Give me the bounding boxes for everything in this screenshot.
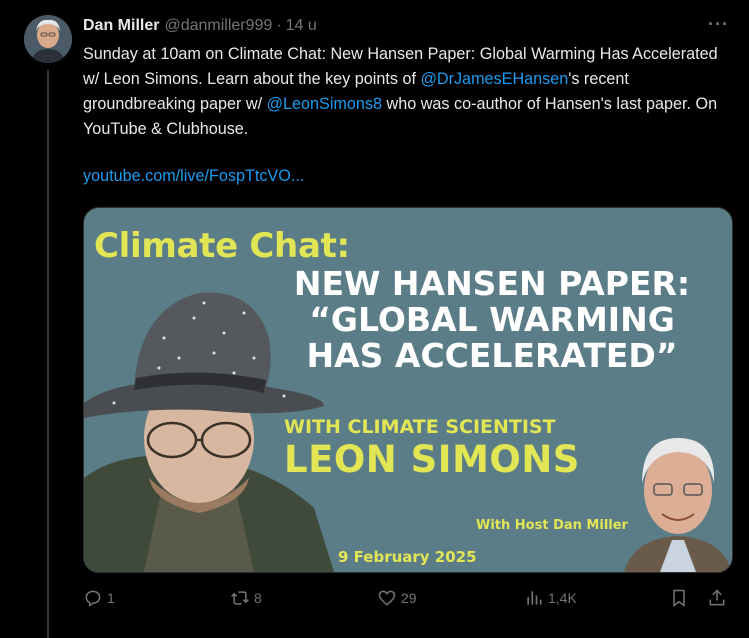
host-photo — [624, 438, 732, 572]
action-bar: 1 8 29 1,4K — [83, 588, 733, 614]
media-title: Climate Chat: — [94, 226, 350, 266]
timestamp[interactable]: 14 u — [286, 17, 317, 35]
share-icon — [709, 589, 725, 606]
tweet-header: Dan Miller @danmiller999 · 14 u — [83, 15, 733, 37]
reply-icon — [85, 590, 101, 607]
headline-line: “GLOBAL WARMING — [309, 300, 675, 339]
reply-button[interactable]: 1 — [83, 588, 115, 608]
separator-dot: · — [276, 17, 282, 34]
mention-link[interactable]: @LeonSimons8 — [267, 95, 382, 113]
like-button[interactable]: 29 — [377, 588, 417, 608]
media-headline: NEW HANSEN PAPER: “GLOBAL WARMING HAS AC… — [262, 266, 722, 374]
avatar[interactable] — [24, 15, 72, 63]
repost-count: 8 — [254, 590, 262, 606]
youtube-link[interactable]: youtube.com/live/FospTtcVO... — [83, 167, 304, 185]
bookmark-icon — [673, 589, 685, 607]
views-icon — [527, 591, 542, 605]
views-count: 1,4K — [548, 590, 577, 606]
headline-line: HAS ACCELERATED” — [306, 336, 678, 375]
views-button[interactable]: 1,4K — [524, 588, 577, 608]
headline-line: NEW HANSEN PAPER: — [293, 264, 691, 303]
event-date: 9 February 2025 — [338, 548, 477, 566]
guest-name: LEON SIMONS — [284, 438, 580, 481]
bookmark-button[interactable] — [669, 588, 693, 608]
avatar-image — [24, 15, 72, 63]
thread-line — [47, 70, 49, 638]
like-count: 29 — [401, 590, 417, 606]
reply-count: 1 — [107, 590, 115, 606]
media-subtitle: WITH CLIMATE SCIENTIST — [284, 416, 556, 438]
author-name[interactable]: Dan Miller — [83, 17, 159, 35]
tweet-text: Sunday at 10am on Climate Chat: New Hans… — [83, 42, 733, 142]
host-label: With Host Dan Miller — [476, 518, 628, 533]
mention-link[interactable]: @DrJamesEHansen — [420, 70, 568, 88]
media-image[interactable]: Climate Chat: NEW HANSEN PAPER: “GLOBAL … — [83, 207, 733, 573]
share-button[interactable] — [707, 588, 731, 608]
more-icon[interactable]: ··· — [708, 14, 729, 35]
heart-icon — [378, 590, 396, 606]
repost-icon — [231, 591, 249, 605]
author-handle[interactable]: @danmiller999 — [164, 17, 272, 35]
repost-button[interactable]: 8 — [230, 588, 262, 608]
